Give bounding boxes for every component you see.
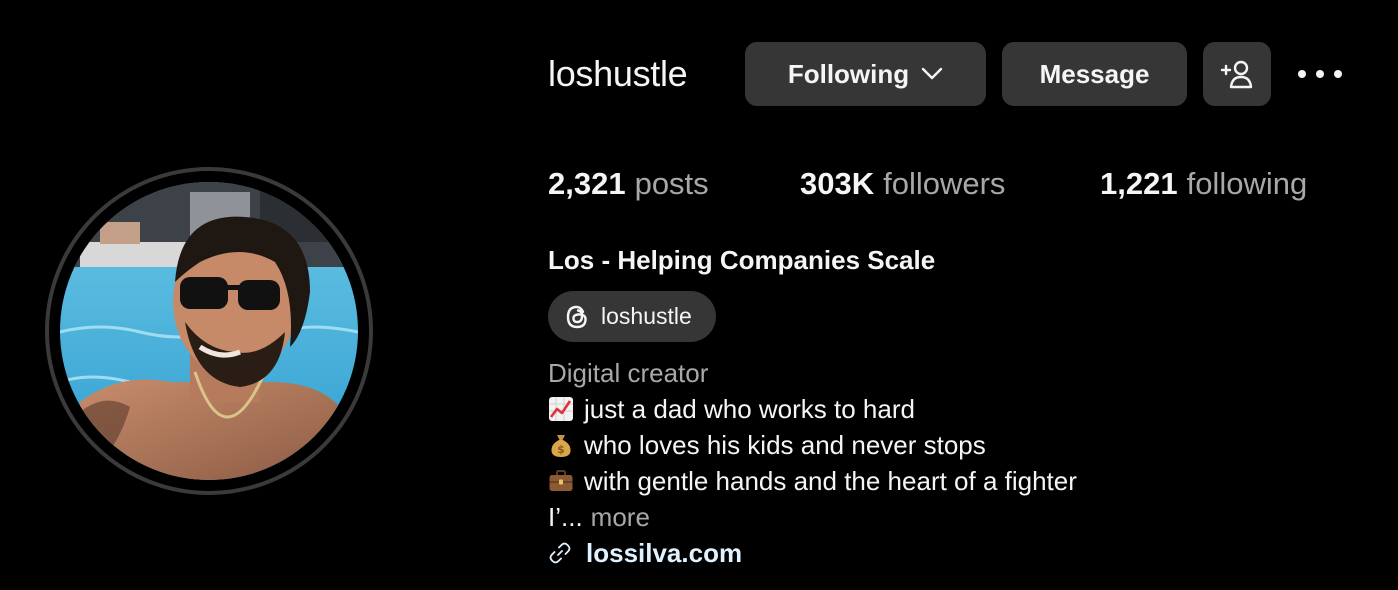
threads-handle: loshustle (601, 303, 692, 329)
followers-value: 303K (800, 166, 875, 201)
bio-line: with gentle hands and the heart of a fig… (548, 464, 1077, 498)
message-button[interactable]: Message (1002, 42, 1187, 106)
external-link[interactable]: lossilva.com (548, 536, 742, 570)
following-label: Following (787, 58, 910, 89)
threads-badge[interactable]: loshustle (548, 291, 716, 342)
following-link[interactable]: 1,221 following (1100, 165, 1307, 203)
bio-line-text: who loves his kids and never stops (584, 430, 986, 460)
bio-line-text: just a dad who works to hard (584, 394, 915, 424)
bio-line: just a dad who works to hard (548, 392, 915, 426)
briefcase-emoji (549, 470, 573, 491)
chevron-down-icon (921, 67, 943, 80)
external-link-text: lossilva.com (586, 538, 743, 568)
message-label: Message (1039, 58, 1150, 89)
posts-count: 2,321 posts (548, 165, 709, 203)
bio-more-link[interactable]: more (591, 500, 650, 534)
posts-label: posts (634, 166, 709, 201)
following-count-label: following (1186, 166, 1308, 201)
more-options-dot (1316, 70, 1324, 78)
profile-username: loshustle (548, 53, 688, 94)
money-bag-emoji: $ (551, 435, 571, 457)
following-button[interactable]: Following (745, 42, 986, 106)
chart-increasing-emoji (549, 397, 573, 421)
bio-truncated-text: I’... (548, 502, 583, 532)
bio-truncated-line: I’... more (548, 500, 650, 534)
profile-full-name: Los - Helping Companies Scale (548, 245, 936, 275)
posts-value: 2,321 (548, 166, 626, 201)
more-options-dot (1334, 70, 1342, 78)
bio-line-text: with gentle hands and the heart of a fig… (584, 466, 1077, 496)
threads-icon (566, 305, 587, 328)
profile-category: Digital creator (548, 358, 709, 388)
followers-link[interactable]: 303K followers (800, 165, 1005, 203)
profile-photo (60, 182, 358, 480)
avatar[interactable] (60, 182, 358, 480)
add-user-button[interactable] (1203, 42, 1271, 106)
following-value: 1,221 (1100, 166, 1178, 201)
add-user-icon (1220, 60, 1253, 89)
svg-text:$: $ (557, 443, 565, 456)
more-options-button[interactable] (1294, 58, 1346, 90)
more-options-icon (1298, 70, 1306, 78)
followers-label: followers (883, 166, 1006, 201)
bio-line: $ who loves his kids and never stops (548, 428, 986, 462)
link-icon (549, 542, 571, 564)
